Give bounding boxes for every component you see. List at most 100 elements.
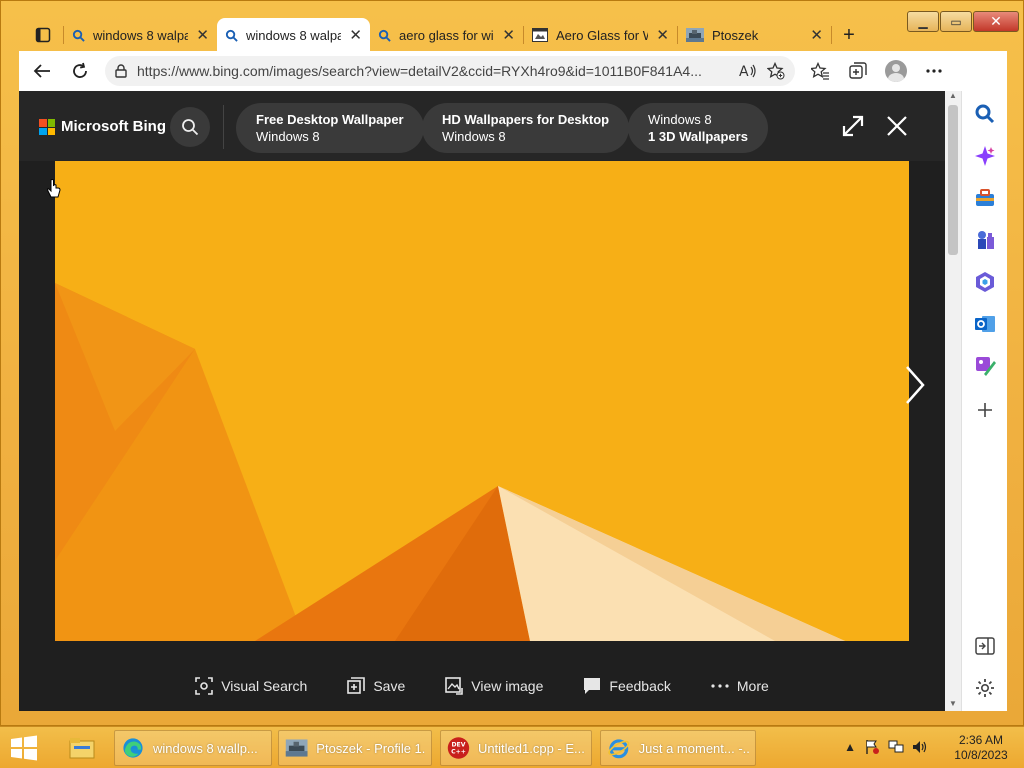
settings-menu-button[interactable] bbox=[921, 58, 947, 84]
browser-window: windows 8 walpaper ✕ windows 8 walpaper … bbox=[0, 0, 1024, 726]
tab-1[interactable]: windows 8 walpaper ✕ bbox=[64, 18, 217, 52]
show-hidden-icons-icon[interactable]: ▲ bbox=[844, 740, 856, 754]
avatar bbox=[885, 60, 907, 82]
taskbar-app-edge[interactable]: windows 8 wallp... bbox=[114, 730, 272, 766]
search-icon bbox=[72, 29, 85, 42]
page-content: Microsoft Bing Free Desktop Wallpaper Wi… bbox=[19, 91, 945, 711]
tab-actions-button[interactable] bbox=[23, 18, 63, 52]
add-icon[interactable] bbox=[974, 399, 996, 421]
sidebar-collapse-icon[interactable] bbox=[974, 635, 996, 657]
feedback-icon bbox=[584, 678, 601, 694]
next-image-arrow-icon[interactable] bbox=[901, 363, 929, 407]
expand-icon[interactable] bbox=[840, 113, 866, 139]
office-icon[interactable] bbox=[974, 271, 996, 293]
close-viewer-icon[interactable] bbox=[884, 113, 910, 139]
brand-name[interactable]: Microsoft Bing bbox=[61, 118, 166, 135]
action-label: More bbox=[736, 678, 769, 694]
bing-search-button[interactable] bbox=[170, 107, 210, 147]
action-center-flag-icon[interactable] bbox=[864, 739, 880, 755]
action-label: Save bbox=[373, 678, 406, 694]
visual-search-button[interactable]: Visual Search bbox=[195, 671, 307, 701]
taskbar-app-ptoszek[interactable]: Ptoszek - Profile 1... bbox=[278, 730, 432, 766]
wallpaper-artwork bbox=[55, 161, 909, 641]
scroll-thumb[interactable] bbox=[948, 105, 958, 255]
windows-start-icon[interactable] bbox=[10, 735, 38, 761]
view-image-button[interactable]: View image bbox=[445, 671, 543, 701]
wallpaper-image[interactable] bbox=[55, 161, 909, 641]
volume-icon[interactable] bbox=[912, 739, 928, 755]
copilot-icon[interactable] bbox=[974, 145, 996, 167]
read-aloud-icon[interactable]: A bbox=[739, 63, 757, 79]
minimize-button[interactable]: ▁ bbox=[907, 11, 939, 32]
collections-button[interactable] bbox=[845, 58, 871, 84]
file-explorer-icon bbox=[69, 738, 95, 759]
taskbar-app-devcpp[interactable]: DEV C++ Untitled1.cpp - E... bbox=[440, 730, 592, 766]
chip-title: Free Desktop Wallpaper bbox=[256, 112, 404, 127]
gear-icon[interactable] bbox=[974, 677, 996, 699]
tab-2-active[interactable]: windows 8 walpaper ✕ bbox=[217, 18, 370, 52]
tab-title: Ptoszek bbox=[712, 27, 759, 43]
microsoft-logo-icon[interactable] bbox=[39, 119, 55, 135]
close-window-button[interactable]: ✕ bbox=[973, 11, 1019, 32]
refresh-button[interactable] bbox=[67, 58, 93, 84]
page-scrollbar[interactable]: ▲ ▼ bbox=[945, 91, 961, 711]
address-bar[interactable]: https://www.bing.com/images/search?view=… bbox=[105, 56, 795, 86]
taskbar-app-ie[interactable]: Just a moment... -... bbox=[600, 730, 756, 766]
related-search-chip[interactable]: HD Wallpapers for Desktop Windows 8 bbox=[422, 103, 630, 153]
tab-5[interactable]: Ptoszek ✕ bbox=[678, 18, 831, 52]
profile-button[interactable] bbox=[883, 58, 909, 84]
games-icon[interactable] bbox=[974, 229, 996, 251]
title-bar: windows 8 walpaper ✕ windows 8 walpaper … bbox=[1, 1, 1024, 52]
taskbar-app-label: Untitled1.cpp - E... bbox=[477, 740, 585, 756]
taskbar-clock[interactable]: 2:36 AM 10/8/2023 bbox=[946, 733, 1016, 763]
lock-icon bbox=[115, 64, 127, 78]
tab-strip: windows 8 walpaper ✕ windows 8 walpaper … bbox=[23, 18, 866, 52]
maximize-button[interactable]: ▭ bbox=[940, 11, 972, 32]
url-text[interactable]: https://www.bing.com/images/search?view=… bbox=[137, 63, 729, 79]
more-icon bbox=[711, 684, 729, 688]
refresh-icon bbox=[73, 62, 87, 78]
back-arrow-icon bbox=[33, 64, 50, 78]
tools-icon[interactable] bbox=[974, 187, 996, 209]
scroll-up-arrow-icon[interactable]: ▲ bbox=[945, 91, 961, 103]
search-icon bbox=[378, 29, 391, 42]
file-explorer-button[interactable] bbox=[60, 730, 104, 766]
collections-icon bbox=[849, 62, 867, 79]
designer-icon[interactable] bbox=[974, 355, 996, 377]
image-actions-bar: Visual Search Save View image Feedback M… bbox=[19, 671, 945, 701]
window-icon bbox=[532, 28, 548, 42]
related-search-chip[interactable]: Free Desktop Wallpaper Windows 8 bbox=[236, 103, 424, 153]
tab-4[interactable]: Aero Glass for Win ✕ bbox=[524, 18, 677, 52]
feedback-button[interactable]: Feedback bbox=[583, 671, 671, 701]
tab-title: windows 8 walpaper bbox=[93, 27, 189, 43]
scroll-down-arrow-icon[interactable]: ▼ bbox=[945, 699, 961, 711]
search-icon bbox=[182, 119, 199, 136]
outlook-icon[interactable] bbox=[974, 313, 996, 335]
favorites-button[interactable] bbox=[807, 58, 833, 84]
tab-close-button[interactable]: ✕ bbox=[810, 26, 823, 44]
tab-close-button[interactable]: ✕ bbox=[656, 26, 669, 44]
ship-icon bbox=[285, 739, 308, 757]
related-search-chip[interactable]: Windows 8 1 3D Wallpapers bbox=[628, 103, 768, 153]
back-button[interactable] bbox=[29, 58, 55, 84]
network-icon[interactable] bbox=[888, 739, 904, 755]
tab-close-button[interactable]: ✕ bbox=[349, 26, 362, 44]
save-button[interactable]: Save bbox=[347, 671, 405, 701]
add-favorite-icon[interactable] bbox=[767, 62, 785, 80]
search-icon[interactable] bbox=[974, 103, 996, 125]
save-icon bbox=[347, 677, 366, 694]
tab-close-button[interactable]: ✕ bbox=[196, 26, 209, 44]
tab-title: aero glass for windows bbox=[399, 27, 494, 43]
visual-search-icon bbox=[195, 677, 214, 695]
system-tray: ▲ bbox=[844, 739, 928, 755]
more-button[interactable]: More bbox=[711, 671, 769, 701]
chip-subtitle: Windows 8 bbox=[256, 129, 320, 144]
devcpp-badge-bottom: C++ bbox=[451, 748, 466, 755]
taskbar-app-label: windows 8 wallp... bbox=[153, 740, 258, 756]
hand-cursor-icon bbox=[47, 179, 61, 198]
tab-3[interactable]: aero glass for windows ✕ bbox=[370, 18, 523, 52]
chip-title: Windows 8 bbox=[648, 112, 712, 127]
tab-close-button[interactable]: ✕ bbox=[502, 26, 515, 44]
new-tab-button[interactable]: + bbox=[832, 18, 866, 52]
view-image-icon bbox=[445, 677, 464, 695]
